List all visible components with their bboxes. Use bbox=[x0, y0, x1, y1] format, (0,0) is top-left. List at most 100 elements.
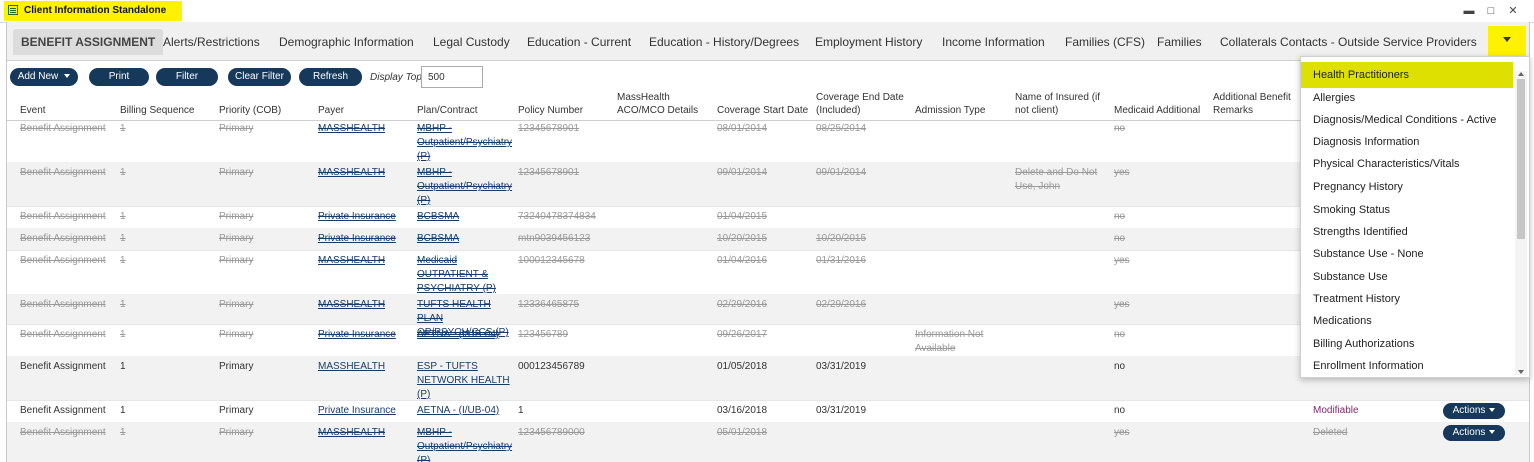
cell-payer[interactable]: MASSHEALTH bbox=[318, 426, 410, 440]
print-button[interactable]: Print bbox=[89, 68, 149, 86]
cell-policy-number: 12345678901 bbox=[518, 123, 580, 134]
cell-plan-contract[interactable]: MBHP - Outpatient/Psychiatry (P) bbox=[417, 122, 515, 164]
cell-billing-sequence: 1 bbox=[120, 167, 126, 178]
cell-plan-contract[interactable]: BCBSMA bbox=[417, 232, 515, 246]
menu-item[interactable]: Pregnancy History bbox=[1313, 181, 1403, 193]
cell-medicaid-additional: no bbox=[1114, 233, 1126, 244]
column-header-admission-type[interactable]: Admission Type bbox=[915, 104, 1010, 117]
scroll-up-icon[interactable] bbox=[1518, 72, 1524, 76]
cell-payer[interactable]: MASSHEALTH bbox=[318, 166, 410, 180]
cell-billing-sequence: 1 bbox=[120, 361, 126, 372]
menu-item[interactable]: Strengths Identified bbox=[1313, 226, 1408, 238]
menu-item[interactable]: Billing Authorizations bbox=[1313, 338, 1415, 350]
tabs-overflow-menu: Health Practitioners Allergies Diagnosis/M… bbox=[1300, 56, 1530, 378]
more-tabs-button[interactable] bbox=[1488, 26, 1526, 56]
column-header-masshealth-aco[interactable]: MassHealth ACO/MCO Details bbox=[617, 91, 712, 117]
tab-alerts-restrictions[interactable]: Alerts/Restrictions bbox=[163, 29, 260, 55]
tab-collaterals-contacts[interactable]: Collaterals Contacts - Outside Service P… bbox=[1220, 29, 1477, 55]
cell-payer[interactable]: MASSHEALTH bbox=[318, 298, 410, 312]
cell-billing-sequence: 1 bbox=[120, 299, 126, 310]
title-bar: Client Information Standalone ▬ □ ✕ bbox=[0, 0, 1534, 23]
window-form-icon bbox=[8, 5, 18, 15]
column-header-medicaid-additional[interactable]: Medicaid Additional bbox=[1114, 104, 1209, 117]
menu-item[interactable]: Diagnosis Information bbox=[1313, 136, 1419, 148]
menu-item[interactable]: Medications bbox=[1313, 315, 1372, 327]
restore-icon[interactable]: □ bbox=[1484, 4, 1498, 18]
column-header-coverage-start[interactable]: Coverage Start Date bbox=[717, 104, 812, 117]
clear-filter-button[interactable]: Clear Filter bbox=[228, 68, 291, 86]
column-header-billing-sequence[interactable]: Billing Sequence bbox=[120, 104, 215, 117]
add-new-button[interactable]: Add New bbox=[10, 68, 78, 86]
menu-item[interactable]: Smoking Status bbox=[1313, 204, 1390, 216]
minimize-icon[interactable]: ▬ bbox=[1462, 4, 1476, 18]
column-header-plan-contract[interactable]: Plan/Contract bbox=[417, 104, 512, 117]
add-new-label: Add New bbox=[17, 71, 59, 82]
menu-item[interactable]: Substance Use bbox=[1313, 271, 1388, 283]
tab-benefit-assignment[interactable]: BENEFIT ASSIGNMENT bbox=[13, 29, 164, 55]
scroll-thumb[interactable] bbox=[1517, 79, 1525, 239]
cell-payer[interactable]: MASSHEALTH bbox=[318, 254, 410, 268]
column-header-coverage-end[interactable]: Coverage End Date (Included) bbox=[816, 91, 911, 117]
menu-scrollbar[interactable] bbox=[1515, 71, 1527, 375]
display-top-label: Display Top bbox=[370, 72, 422, 83]
display-top-input[interactable] bbox=[421, 66, 483, 88]
tab-education-history[interactable]: Education - History/Degrees bbox=[649, 29, 799, 55]
cell-medicaid-additional: yes bbox=[1114, 255, 1130, 266]
actions-button[interactable]: Actions bbox=[1443, 425, 1505, 441]
cell-payer[interactable]: MASSHEALTH bbox=[318, 122, 410, 136]
cell-coverage-end: 03/31/2019 bbox=[816, 405, 867, 416]
tab-families[interactable]: Families bbox=[1157, 29, 1202, 55]
cell-plan-contract[interactable]: BCBSMA bbox=[417, 210, 515, 224]
cell-payer[interactable]: Private Insurance bbox=[318, 232, 410, 246]
tab-demographic-information[interactable]: Demographic Information bbox=[279, 29, 414, 55]
tab-families-cfs[interactable]: Families (CFS) bbox=[1065, 29, 1145, 55]
table-row[interactable]: Benefit Assignment 1 Primary Private Insura… bbox=[7, 400, 1529, 423]
cell-coverage-end: 03/31/2019 bbox=[816, 361, 867, 372]
cell-policy-number: 123456789 bbox=[518, 329, 569, 340]
cell-policy-number: 000123456789 bbox=[518, 361, 585, 372]
tab-employment-history[interactable]: Employment History bbox=[815, 29, 922, 55]
cell-medicaid-additional: yes bbox=[1114, 167, 1130, 178]
cell-plan-contract[interactable]: MBHP - Outpatient/Psychiatry (P) bbox=[417, 166, 515, 208]
menu-item[interactable]: Health Practitioners bbox=[1313, 69, 1409, 81]
cell-record-status: Modifiable bbox=[1313, 405, 1359, 416]
menu-item[interactable]: Allergies bbox=[1313, 92, 1355, 104]
scroll-down-icon[interactable] bbox=[1518, 370, 1524, 374]
cell-payer[interactable]: MASSHEALTH bbox=[318, 360, 410, 374]
close-icon[interactable]: ✕ bbox=[1506, 4, 1520, 18]
tab-income-information[interactable]: Income Information bbox=[942, 29, 1045, 55]
column-header-payer[interactable]: Payer bbox=[318, 104, 413, 117]
cell-payer[interactable]: Private Insurance bbox=[318, 210, 410, 224]
cell-event: Benefit Assignment bbox=[20, 329, 106, 340]
menu-item[interactable]: Substance Use - None bbox=[1313, 248, 1424, 260]
column-header-policy-number[interactable]: Policy Number bbox=[518, 104, 613, 117]
cell-plan-contract[interactable]: AETNA - (I/UB-04) bbox=[417, 328, 515, 342]
cell-payer[interactable]: Private Insurance bbox=[318, 404, 410, 418]
column-header-event[interactable]: Event bbox=[20, 104, 115, 117]
column-header-name-of-insured[interactable]: Name of Insured (if not client) bbox=[1015, 91, 1110, 117]
tab-legal-custody[interactable]: Legal Custody bbox=[433, 29, 510, 55]
actions-button[interactable]: Actions bbox=[1443, 403, 1505, 419]
cell-billing-sequence: 1 bbox=[120, 211, 126, 222]
cell-coverage-end: 09/01/2014 bbox=[816, 167, 867, 178]
table-row[interactable]: Benefit Assignment 1 Primary MASSHEALTH MBHP… bbox=[7, 422, 1529, 462]
filter-button[interactable]: Filter bbox=[156, 68, 218, 86]
cell-plan-contract[interactable]: Medicaid OUTPATIENT & PSYCHIATRY (P) bbox=[417, 254, 515, 296]
cell-policy-number: 73240478374834 bbox=[518, 211, 596, 222]
menu-item[interactable]: Diagnosis/Medical Conditions - Active bbox=[1313, 114, 1496, 126]
cell-priority: Primary bbox=[219, 233, 254, 244]
cell-payer[interactable]: Private Insurance bbox=[318, 328, 410, 342]
tab-education-current[interactable]: Education - Current bbox=[527, 29, 631, 55]
refresh-button[interactable]: Refresh bbox=[299, 68, 362, 86]
column-header-additional-remarks[interactable]: Additional Benefit Remarks bbox=[1213, 91, 1308, 117]
menu-item[interactable]: Treatment History bbox=[1313, 293, 1400, 305]
cell-plan-contract[interactable]: AETNA - (I/UB-04) bbox=[417, 404, 515, 418]
cell-priority: Primary bbox=[219, 361, 254, 372]
cell-plan-contract[interactable]: MBHP - Outpatient/Psychiatry (P) bbox=[417, 426, 515, 462]
actions-label: Actions bbox=[1452, 427, 1486, 438]
menu-item[interactable]: Enrollment Information bbox=[1313, 360, 1424, 372]
cell-plan-contract[interactable]: ESP - TUFTS NETWORK HEALTH (P) bbox=[417, 360, 515, 402]
menu-item[interactable]: Physical Characteristics/Vitals bbox=[1313, 158, 1460, 170]
column-header-priority[interactable]: Priority (COB) bbox=[219, 104, 314, 117]
chevron-down-icon bbox=[1489, 408, 1496, 413]
